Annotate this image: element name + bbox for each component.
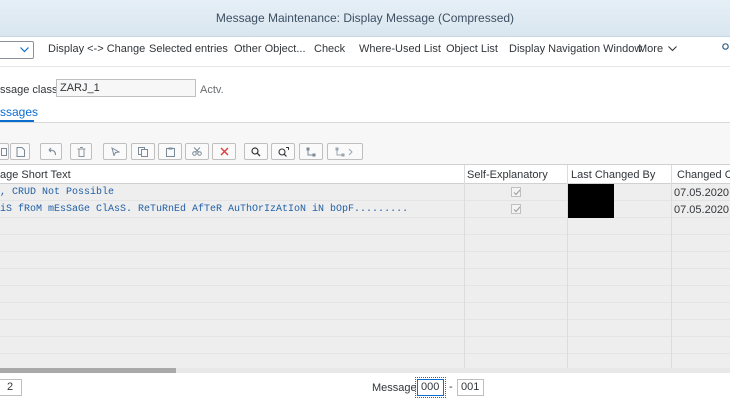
column-divider — [671, 165, 672, 372]
where-used-list-button[interactable]: Where-Used List — [359, 43, 441, 55]
remove-button[interactable] — [212, 143, 236, 160]
short-text-cell[interactable]: iS fRoM mEsSaGe ClAsS. ReTuRnEd AfTeR Au… — [0, 204, 408, 215]
hierarchy-next-icon — [335, 147, 353, 156]
close-icon — [220, 147, 228, 156]
message-to-field[interactable]: 001 — [457, 379, 484, 396]
search-next-icon — [277, 146, 289, 157]
table-row — [0, 354, 730, 369]
scissors-icon — [192, 147, 202, 156]
table-row — [0, 286, 730, 303]
table-header: age Short Text Self-Explanatory Last Cha… — [0, 165, 730, 184]
check-button[interactable]: Check — [314, 43, 345, 55]
checkmark-icon — [513, 206, 521, 213]
application-toolbar: Display <-> Change Selected entries Othe… — [0, 37, 730, 63]
display-change-button[interactable]: Display <-> Change — [48, 43, 145, 55]
hierarchy-expand-button[interactable] — [327, 143, 363, 160]
hierarchy-button[interactable] — [299, 143, 323, 160]
find-button[interactable] — [244, 143, 268, 160]
copy-row-button[interactable] — [0, 143, 9, 160]
selected-entries-button[interactable]: Selected entries — [149, 43, 228, 55]
column-divider — [567, 165, 568, 372]
table-row — [0, 320, 730, 337]
messages-table: age Short Text Self-Explanatory Last Cha… — [0, 164, 730, 372]
table-row — [0, 235, 730, 252]
more-menu-button[interactable]: More — [638, 43, 678, 55]
range-dash: - — [449, 381, 453, 393]
paste-button[interactable] — [158, 143, 182, 160]
self-explanatory-checkbox — [511, 204, 521, 214]
table-row[interactable]: , CRUD Not Possible 07.05.2020 — [0, 184, 730, 201]
cut-button[interactable] — [185, 143, 209, 160]
message-class-field[interactable] — [56, 79, 196, 97]
window-title: Message Maintenance: Display Message (Co… — [0, 0, 730, 37]
table-row — [0, 269, 730, 286]
cursor-icon — [110, 147, 120, 156]
table-row — [0, 252, 730, 269]
find-next-button[interactable] — [271, 143, 295, 160]
short-text-cell[interactable]: , CRUD Not Possible — [0, 187, 114, 198]
status-text: Actv. — [200, 84, 224, 96]
column-header-changed-on[interactable]: Changed On — [677, 169, 730, 181]
more-label: More — [638, 43, 664, 55]
message-from-field[interactable]: 000 — [415, 377, 446, 398]
copy-icon — [138, 146, 148, 157]
document-icon — [16, 146, 25, 157]
object-list-button[interactable]: Object List — [446, 43, 498, 55]
table-row — [0, 337, 730, 354]
checkmark-icon — [513, 189, 521, 196]
undo-icon — [48, 147, 56, 156]
page-number-field[interactable]: 2 — [0, 379, 22, 396]
copy-icon — [0, 147, 7, 156]
hierarchy-icon — [306, 147, 315, 156]
footer-bar: 2 Message: 000 - 001 — [0, 373, 730, 410]
search-icon[interactable] — [722, 43, 730, 55]
table-row[interactable]: iS fRoM mEsSaGe ClAsS. ReTuRnEd AfTeR Au… — [0, 201, 730, 218]
delete-button[interactable] — [70, 143, 92, 160]
message-label: Message: — [372, 382, 420, 394]
self-explanatory-checkbox — [511, 187, 521, 197]
search-icon — [251, 146, 261, 156]
cut-button-1[interactable] — [103, 143, 127, 160]
chevron-down-icon — [20, 47, 29, 53]
new-entry-button[interactable] — [10, 143, 30, 160]
column-divider — [464, 165, 465, 372]
trash-icon — [77, 146, 85, 157]
column-header-short-text[interactable]: age Short Text — [0, 169, 71, 181]
table-row — [0, 218, 730, 235]
clipboard-icon — [165, 147, 175, 157]
copy-button[interactable] — [131, 143, 155, 160]
undo-button[interactable] — [40, 143, 62, 160]
changed-on-cell: 07.05.2020 — [674, 204, 730, 216]
changed-on-cell: 07.05.2020 — [674, 187, 730, 199]
menu-dropdown[interactable] — [0, 41, 34, 59]
tab-messages[interactable]: ssages — [0, 105, 38, 119]
toolbar-separator — [0, 66, 730, 67]
column-header-self-explanatory[interactable]: Self-Explanatory — [467, 169, 548, 181]
message-class-label: ssage class: — [0, 84, 61, 96]
redacted-last-changed-by — [568, 184, 614, 218]
display-navigation-window-button[interactable]: Display Navigation Window — [509, 43, 642, 55]
column-header-last-changed-by[interactable]: Last Changed By — [571, 169, 655, 181]
other-object-button[interactable]: Other Object... — [234, 43, 306, 55]
chevron-down-icon — [668, 46, 678, 52]
table-row — [0, 303, 730, 320]
